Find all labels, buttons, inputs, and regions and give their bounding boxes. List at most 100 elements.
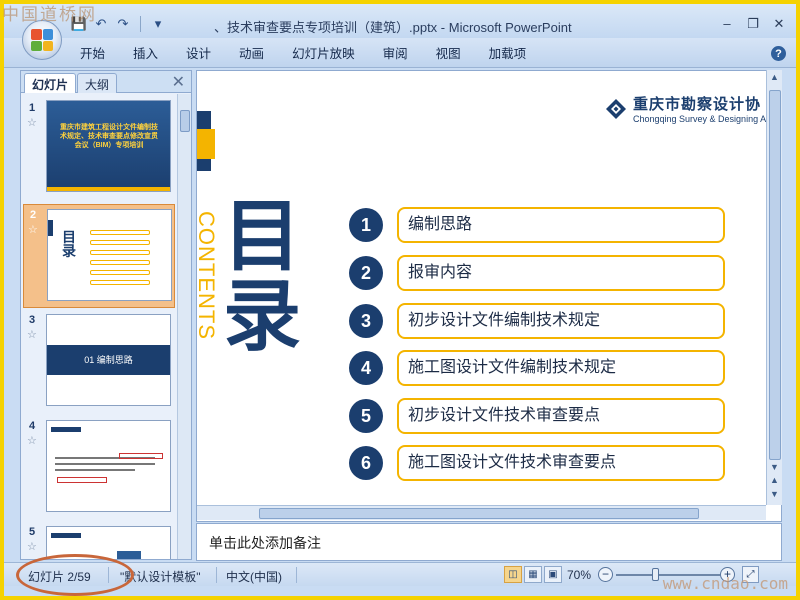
office-logo-icon bbox=[31, 29, 53, 51]
office-button[interactable] bbox=[22, 20, 62, 60]
close-button[interactable]: ✕ bbox=[770, 15, 788, 31]
tab-home[interactable]: 开始 bbox=[66, 46, 119, 62]
tab-review[interactable]: 审阅 bbox=[369, 46, 422, 62]
scroll-up-icon[interactable]: ▲ bbox=[770, 72, 779, 82]
tab-insert[interactable]: 插入 bbox=[119, 46, 172, 62]
transition-star-icon: ☆ bbox=[27, 117, 37, 129]
thumbnail-preview: 重庆市建筑工程设计文件编制技术规定、技术审查要点修改宣贯会议（BIM）专项培训 bbox=[46, 100, 171, 192]
ribbon-tabs: 开始 插入 设计 动画 幻灯片放映 审阅 视图 加载项 bbox=[66, 46, 540, 62]
slide-number: 4 bbox=[29, 420, 36, 432]
scroll-thumb[interactable] bbox=[259, 508, 699, 519]
vertical-scrollbar[interactable]: ▲ ▼ ▲ ▼ bbox=[766, 70, 782, 505]
toc-number-badge: 6 bbox=[349, 446, 383, 480]
toolbar-divider bbox=[140, 16, 141, 32]
tab-slideshow[interactable]: 幻灯片放映 bbox=[278, 46, 369, 62]
thumbnail-preview bbox=[46, 420, 171, 512]
toc-number-badge: 3 bbox=[349, 304, 383, 338]
toc-label: 施工图设计文件编制技术规定 bbox=[397, 350, 725, 386]
zoom-out-icon[interactable]: − bbox=[598, 567, 613, 582]
ribbon: 开始 插入 设计 动画 幻灯片放映 审阅 视图 加载项 ? bbox=[4, 38, 796, 68]
status-divider bbox=[216, 567, 217, 583]
thumbnail-highlight bbox=[119, 453, 163, 459]
slide-number: 2 bbox=[30, 209, 37, 221]
toc-number-badge: 1 bbox=[349, 208, 383, 242]
toc-label: 初步设计文件技术审查要点 bbox=[397, 398, 725, 434]
zoom-level[interactable]: 70% bbox=[567, 568, 591, 582]
minimize-button[interactable]: – bbox=[718, 15, 736, 31]
annotation-circle bbox=[16, 554, 134, 596]
restore-button[interactable]: ❐ bbox=[744, 15, 762, 31]
slide-editor[interactable]: 重庆市勘察设计协 Chongqing Survey & Designing As… bbox=[196, 70, 782, 522]
toc-item[interactable]: 2 报审内容 bbox=[349, 255, 727, 291]
customize-icon[interactable]: ▾ bbox=[149, 15, 167, 33]
slide-thumbnail-4[interactable]: 4 ☆ bbox=[23, 416, 175, 520]
zoom-slider-handle[interactable] bbox=[652, 568, 659, 581]
thumbnail-list: 1 ☆ 重庆市建筑工程设计文件编制技术规定、技术审查要点修改宣贯会议（BIM）专… bbox=[21, 94, 177, 559]
toc-label: 报审内容 bbox=[397, 255, 725, 291]
toc-number-badge: 2 bbox=[349, 256, 383, 290]
horizontal-scrollbar[interactable] bbox=[197, 505, 766, 520]
transition-star-icon: ☆ bbox=[28, 224, 38, 236]
slide-accent-gold bbox=[197, 129, 215, 159]
company-name-en: Chongqing Survey & Designing Asso bbox=[633, 114, 781, 124]
toc-number-badge: 5 bbox=[349, 399, 383, 433]
language-indicator[interactable]: 中文(中国) bbox=[226, 568, 282, 585]
slide-thumbnail-5[interactable]: 5 ☆ bbox=[23, 522, 175, 559]
transition-star-icon: ☆ bbox=[27, 329, 37, 341]
slideshow-view-icon[interactable]: ▣ bbox=[544, 566, 562, 583]
tab-design[interactable]: 设计 bbox=[172, 46, 225, 62]
toc-item[interactable]: 5 初步设计文件技术审查要点 bbox=[349, 398, 727, 434]
toc-item[interactable]: 3 初步设计文件编制技术规定 bbox=[349, 303, 727, 339]
next-slide-icon[interactable]: ▼ bbox=[770, 489, 779, 499]
slide-heading: 目录 bbox=[223, 192, 302, 362]
thumbnail-row bbox=[90, 260, 150, 265]
view-buttons: ◫ ▦ ▣ bbox=[504, 566, 562, 583]
thumbnail-scrollbar[interactable] bbox=[177, 94, 191, 559]
thumbnail-title: 重庆市建筑工程设计文件编制技术规定、技术审查要点修改宣贯会议（BIM）专项培训 bbox=[60, 124, 158, 149]
toc-number-badge: 4 bbox=[349, 351, 383, 385]
thumbnail-row bbox=[90, 250, 150, 255]
thumbnail-header bbox=[51, 533, 81, 538]
notes-pane[interactable]: 单击此处添加备注 bbox=[196, 523, 782, 561]
notes-placeholder[interactable]: 单击此处添加备注 bbox=[209, 533, 321, 553]
slide-number: 5 bbox=[29, 526, 36, 538]
toc-item[interactable]: 4 施工图设计文件编制技术规定 bbox=[349, 350, 727, 386]
close-icon[interactable]: ✕ bbox=[172, 72, 185, 92]
thumbnail-footer-bar bbox=[47, 187, 170, 191]
tab-view[interactable]: 视图 bbox=[422, 46, 475, 62]
tab-outline[interactable]: 大纲 bbox=[77, 73, 118, 93]
toc-item[interactable]: 6 施工图设计文件技术审查要点 bbox=[349, 445, 727, 481]
scroll-thumb[interactable] bbox=[180, 110, 190, 132]
slide-thumbnail-3[interactable]: 3 ☆ 01 编制思路 bbox=[23, 310, 175, 414]
thumbnail-row bbox=[90, 230, 150, 235]
thumbnail-preview: 目录 bbox=[47, 209, 172, 301]
tab-animations[interactable]: 动画 bbox=[225, 46, 278, 62]
transition-star-icon: ☆ bbox=[27, 541, 37, 553]
thumbnail-title: 目录 bbox=[62, 229, 76, 259]
watermark-bottom: www.cndao.com bbox=[662, 574, 788, 593]
scroll-thumb[interactable] bbox=[769, 90, 781, 460]
transition-star-icon: ☆ bbox=[27, 435, 37, 447]
normal-view-icon[interactable]: ◫ bbox=[504, 566, 522, 583]
thumbnail-highlight bbox=[57, 477, 107, 483]
toc-label: 施工图设计文件技术审查要点 bbox=[397, 445, 725, 481]
toc-label: 编制思路 bbox=[397, 207, 725, 243]
thumbnail-row bbox=[90, 270, 150, 275]
slide-sorter-icon[interactable]: ▦ bbox=[524, 566, 542, 583]
panel-tabs: 幻灯片 大纲 ✕ bbox=[21, 71, 191, 93]
window-title: 、技术审查要点专项培训（建筑）.pptx - Microsoft PowerPo… bbox=[214, 20, 572, 35]
help-icon[interactable]: ? bbox=[771, 46, 786, 61]
previous-slide-icon[interactable]: ▲ bbox=[770, 475, 779, 485]
slide-number: 1 bbox=[29, 102, 36, 114]
slide-thumbnail-2[interactable]: 2 ☆ 目录 bbox=[23, 204, 175, 308]
watermark-top: 中国道桥网 bbox=[2, 5, 97, 24]
title-bar: 💾 ↶ ↷ ▾ 、技术审查要点专项培训（建筑）.pptx - Microsoft… bbox=[4, 4, 796, 38]
scroll-down-icon[interactable]: ▼ bbox=[770, 462, 779, 472]
tab-slides[interactable]: 幻灯片 bbox=[24, 73, 77, 93]
thumbnail-accent bbox=[48, 220, 53, 236]
tab-addins[interactable]: 加载项 bbox=[475, 46, 541, 62]
toc-item[interactable]: 1 编制思路 bbox=[349, 207, 727, 243]
slide-thumbnail-1[interactable]: 1 ☆ 重庆市建筑工程设计文件编制技术规定、技术审查要点修改宣贯会议（BIM）专… bbox=[23, 98, 175, 202]
slide-canvas[interactable]: 重庆市勘察设计协 Chongqing Survey & Designing As… bbox=[197, 71, 780, 505]
redo-icon[interactable]: ↷ bbox=[114, 15, 132, 33]
